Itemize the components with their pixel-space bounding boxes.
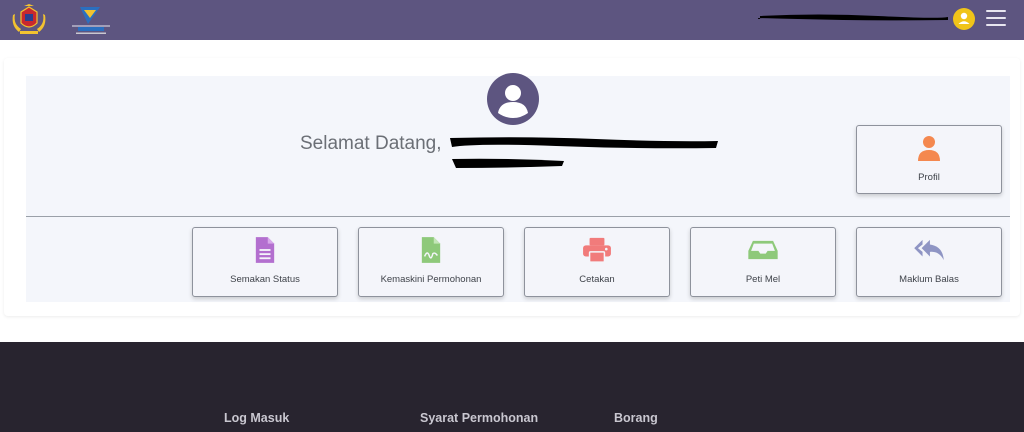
signed-document-icon <box>413 236 449 264</box>
malaysia-coat-of-arms-logo <box>12 4 46 34</box>
top-navbar <box>0 0 1024 40</box>
user-circle-icon <box>487 73 539 125</box>
kemaskini-permohonan-label: Kemaskini Permohonan <box>380 274 482 285</box>
footer-link-log-masuk[interactable]: Log Masuk <box>224 411 289 425</box>
user-icon <box>911 134 947 162</box>
user-name-redacted <box>450 137 718 149</box>
username-redacted <box>758 14 948 21</box>
kemaskini-permohonan-button[interactable]: Kemaskini Permohonan <box>358 227 504 297</box>
peti-mel-label: Peti Mel <box>745 274 781 285</box>
profil-label: Profil <box>918 172 940 183</box>
maklum-balas-label: Maklum Balas <box>899 274 959 285</box>
welcome-greeting: Selamat Datang, <box>300 133 442 154</box>
semakan-status-button[interactable]: Semakan Status <box>192 227 338 297</box>
cetakan-button[interactable]: Cetakan <box>524 227 670 297</box>
inbox-icon <box>745 236 781 264</box>
hamburger-icon[interactable] <box>986 10 1006 28</box>
peti-mel-button[interactable]: Peti Mel <box>690 227 836 297</box>
footer-link-syarat-permohonan[interactable]: Syarat Permohonan <box>420 411 538 425</box>
printer-icon <box>579 236 615 264</box>
section-divider <box>26 216 1010 217</box>
footer-link-borang[interactable]: Borang <box>614 411 658 425</box>
document-icon <box>247 236 283 264</box>
reply-all-icon <box>911 236 947 264</box>
lhdn-malaysia-logo <box>72 7 110 34</box>
profil-button[interactable]: Profil <box>856 125 1002 194</box>
cetakan-label: Cetakan <box>579 274 615 285</box>
maklum-balas-button[interactable]: Maklum Balas <box>856 227 1002 297</box>
user-circle-icon[interactable] <box>953 8 975 30</box>
semakan-status-label: Semakan Status <box>230 274 300 285</box>
user-name-redacted-line2 <box>452 158 564 168</box>
